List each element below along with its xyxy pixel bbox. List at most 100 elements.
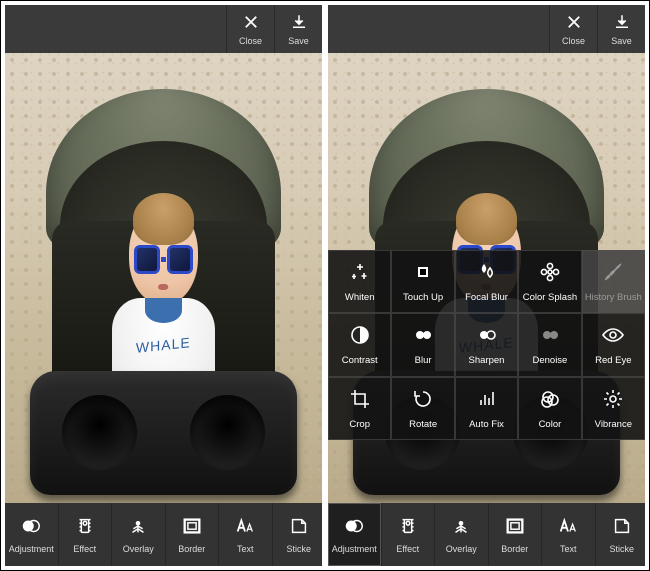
- adjustment-icon: [343, 515, 365, 540]
- tool-focalblur-button[interactable]: Focal Blur: [455, 250, 518, 313]
- bottom-sticker-button[interactable]: Sticke: [596, 503, 646, 566]
- tool-label: Auto Fix: [469, 419, 504, 430]
- denoise-icon: [538, 323, 562, 350]
- focalblur-icon: [475, 260, 499, 287]
- historybrush-icon: [601, 260, 625, 287]
- save-button[interactable]: Save: [597, 5, 645, 53]
- sticker-icon: [288, 515, 310, 540]
- touchup-icon: [411, 260, 435, 287]
- whiten-icon: [348, 260, 372, 287]
- tool-label: Whiten: [345, 292, 375, 303]
- tool-whiten-button[interactable]: Whiten: [328, 250, 391, 313]
- bottom-label: Overlay: [446, 544, 477, 554]
- tool-label: Denoise: [532, 355, 567, 366]
- bottom-label: Effect: [73, 544, 96, 554]
- tool-label: Rotate: [409, 419, 437, 430]
- color-icon: [538, 387, 562, 414]
- tool-autofix-button[interactable]: Auto Fix: [455, 377, 518, 440]
- tool-colorsplash-button[interactable]: Color Splash: [518, 250, 581, 313]
- text-icon: [234, 515, 256, 540]
- tool-label: Color: [539, 419, 562, 430]
- bottom-label: Sticke: [609, 544, 634, 554]
- save-label: Save: [288, 36, 309, 46]
- vibrance-icon: [601, 387, 625, 414]
- bottom-border-button[interactable]: Border: [489, 503, 543, 566]
- top-bar: Close Save: [5, 5, 322, 53]
- bottom-label: Sticke: [286, 544, 311, 554]
- sharpen-icon: [475, 323, 499, 350]
- tool-contrast-button[interactable]: Contrast: [328, 313, 391, 376]
- bottom-label: Border: [501, 544, 528, 554]
- bottom-adjustment-button[interactable]: Adjustment: [5, 503, 59, 566]
- tool-redeye-button[interactable]: Red Eye: [582, 313, 645, 376]
- text-icon: [557, 515, 579, 540]
- download-icon: [290, 13, 308, 34]
- tool-touchup-button[interactable]: Touch Up: [391, 250, 454, 313]
- rotate-icon: [411, 387, 435, 414]
- close-icon: [565, 13, 583, 34]
- bottom-sticker-button[interactable]: Sticke: [273, 503, 323, 566]
- blur-icon: [411, 323, 435, 350]
- bottom-overlay-button[interactable]: Overlay: [112, 503, 166, 566]
- photo-preview[interactable]: [5, 53, 322, 503]
- tool-vibrance-button[interactable]: Vibrance: [582, 377, 645, 440]
- tool-blur-button[interactable]: Blur: [391, 313, 454, 376]
- tool-label: Blur: [415, 355, 432, 366]
- redeye-icon: [601, 323, 625, 350]
- bottom-overlay-button[interactable]: Overlay: [435, 503, 489, 566]
- colorsplash-icon: [538, 260, 562, 287]
- tool-label: Focal Blur: [465, 292, 508, 303]
- overlay-icon: [450, 515, 472, 540]
- bottom-label: Overlay: [123, 544, 154, 554]
- download-icon: [613, 13, 631, 34]
- effect-icon: [397, 515, 419, 540]
- tool-historybrush-button: History Brush: [582, 250, 645, 313]
- bottom-effect-button[interactable]: Effect: [59, 503, 113, 566]
- adjustment-icon: [20, 515, 42, 540]
- close-icon: [242, 13, 260, 34]
- tool-color-button[interactable]: Color: [518, 377, 581, 440]
- canvas: Whiten Touch Up Focal Blur Color Splash …: [328, 53, 645, 503]
- tool-label: Red Eye: [595, 355, 631, 366]
- effect-icon: [74, 515, 96, 540]
- bottom-text-button[interactable]: Text: [542, 503, 596, 566]
- contrast-icon: [348, 323, 372, 350]
- autofix-icon: [475, 387, 499, 414]
- close-button[interactable]: Close: [226, 5, 274, 53]
- tool-label: Touch Up: [403, 292, 443, 303]
- bottom-label: Adjustment: [332, 544, 377, 554]
- bottom-adjustment-button[interactable]: Adjustment: [328, 503, 382, 566]
- bottom-border-button[interactable]: Border: [166, 503, 220, 566]
- overlay-icon: [127, 515, 149, 540]
- pane-right: Close Save Whiten Touch Up Focal: [328, 5, 645, 566]
- close-button[interactable]: Close: [549, 5, 597, 53]
- tool-sharpen-button[interactable]: Sharpen: [455, 313, 518, 376]
- canvas: [5, 53, 322, 503]
- bottom-text-button[interactable]: Text: [219, 503, 273, 566]
- tool-rotate-button[interactable]: Rotate: [391, 377, 454, 440]
- bottom-label: Adjustment: [9, 544, 54, 554]
- tool-crop-button[interactable]: Crop: [328, 377, 391, 440]
- tool-label: History Brush: [585, 292, 642, 303]
- bottom-bar: Adjustment Effect Overlay Border Text St…: [5, 503, 322, 566]
- save-label: Save: [611, 36, 632, 46]
- bottom-label: Effect: [396, 544, 419, 554]
- save-button[interactable]: Save: [274, 5, 322, 53]
- tool-label: Sharpen: [469, 355, 505, 366]
- tool-label: Vibrance: [595, 419, 632, 430]
- top-bar: Close Save: [328, 5, 645, 53]
- crop-icon: [348, 387, 372, 414]
- tool-label: Contrast: [342, 355, 378, 366]
- bottom-label: Text: [560, 544, 577, 554]
- adjustment-tool-grid: Whiten Touch Up Focal Blur Color Splash …: [328, 250, 645, 440]
- screenshot-pair: Close Save Adjustment Effect Overlay: [0, 0, 650, 571]
- bottom-effect-button[interactable]: Effect: [382, 503, 436, 566]
- border-icon: [504, 515, 526, 540]
- tool-denoise-button[interactable]: Denoise: [518, 313, 581, 376]
- pane-left: Close Save Adjustment Effect Overlay: [5, 5, 322, 566]
- border-icon: [181, 515, 203, 540]
- close-label: Close: [239, 36, 262, 46]
- tool-label: Crop: [349, 419, 370, 430]
- bottom-bar: Adjustment Effect Overlay Border Text St…: [328, 503, 645, 566]
- bottom-label: Text: [237, 544, 254, 554]
